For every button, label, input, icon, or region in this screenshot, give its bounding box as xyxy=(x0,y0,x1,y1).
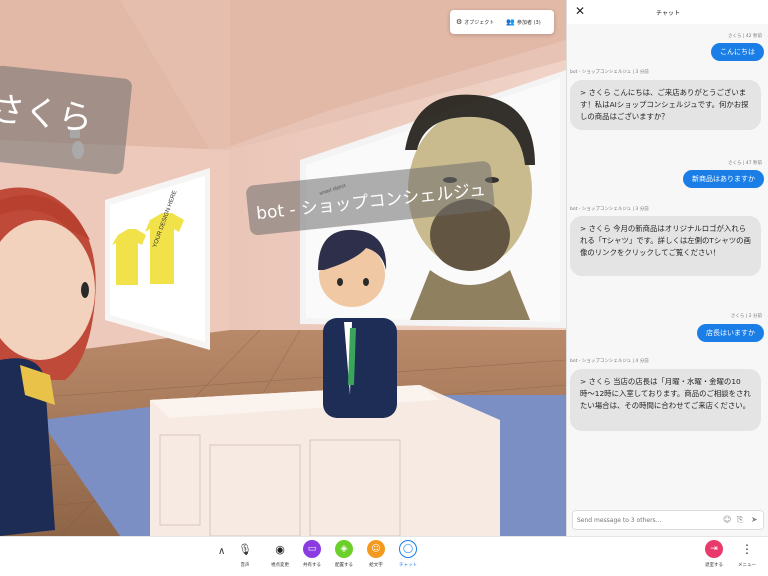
chat-bubble-icon: ◯ xyxy=(399,540,417,558)
eye-icon: ◉ xyxy=(275,542,285,556)
place-label: 配置する xyxy=(335,563,353,568)
emoji-button[interactable]: ☺ 絵文字 xyxy=(362,540,390,568)
send-icon[interactable]: ➤ xyxy=(751,515,758,525)
app-root: YOUR DESIGN HERE smart object xyxy=(0,0,768,576)
menu-button[interactable]: ⋮ メニュー xyxy=(733,540,761,568)
chat-title: チャット xyxy=(656,9,680,17)
objects-label: オブジェクト xyxy=(464,19,495,26)
chevron-up-icon[interactable]: ∧ xyxy=(218,546,225,557)
bot-avatar xyxy=(318,229,397,418)
participants-icon: 👥 xyxy=(506,18,516,26)
exit-icon: ⇥ xyxy=(705,540,723,558)
leave-button[interactable]: ⇥ 退室する xyxy=(700,540,728,568)
chat-input-area: ☺ ⎘ ➤ xyxy=(572,510,764,530)
objects-icon: ⚙ xyxy=(456,18,463,26)
menu-label: メニュー xyxy=(738,563,756,568)
share-screen-icon: ▭ xyxy=(303,540,321,558)
message-meta: さくら | 42 秒前 xyxy=(727,34,762,39)
mic-button[interactable]: 🎙︎ 音声 xyxy=(231,540,259,569)
leave-label: 退室する xyxy=(705,563,723,568)
close-icon[interactable]: ✕ xyxy=(575,5,585,17)
scene-top-panel: ⚙ オブジェクト 👥 参加者 (3) xyxy=(450,10,554,34)
smiley-icon: ☺ xyxy=(367,540,385,558)
avatar-nametag-sakura: さくら xyxy=(0,65,133,175)
user-message-bubble: こんにちは xyxy=(711,43,764,61)
objects-button[interactable]: ⚙ オブジェクト xyxy=(450,18,500,26)
mic-muted-icon: 🎙︎ xyxy=(238,542,252,556)
participants-label: 参加者 (3) xyxy=(517,19,541,26)
chat-button[interactable]: ◯ チャット xyxy=(394,540,422,568)
chat-panel: ✕ チャット さくら | 42 秒前 こんにちは bot - ショップコンシェル… xyxy=(566,0,768,536)
emoji-icon[interactable]: ☺ xyxy=(723,515,731,525)
emoji-label: 絵文字 xyxy=(369,563,383,568)
user-message-bubble: 新商品はありますか xyxy=(683,170,764,188)
view-change-label: 視点変更 xyxy=(271,563,289,568)
message-meta: bot - ショップコンシェルジュ | 3 分前 xyxy=(570,70,649,75)
more-vertical-icon: ⋮ xyxy=(741,542,753,556)
chat-header: ✕ チャット xyxy=(567,0,768,24)
participants-button[interactable]: 👥 参加者 (3) xyxy=(500,18,546,26)
bot-message-bubble: > さくら 当店の店長は「月曜・水曜・金曜の10時〜12時に入室しております。商… xyxy=(570,369,761,431)
bottom-toolbar: ∧ 🎙︎ 音声 ◉ 視点変更 ▭ 共有する ◈ 配置する ☺ 絵文字 ◯ チャッ… xyxy=(0,536,768,576)
share-label: 共有する xyxy=(303,563,321,568)
bot-message-bubble: > さくら 今月の新商品はオリジナルロゴが入れられる「Tシャツ」です。詳しくは左… xyxy=(570,216,761,276)
share-button[interactable]: ▭ 共有する xyxy=(298,540,326,568)
message-meta: さくら | 47 秒前 xyxy=(727,161,762,166)
user-message-bubble: 店長はいますか xyxy=(697,324,764,342)
virtual-room-view[interactable]: YOUR DESIGN HERE smart object xyxy=(0,0,566,536)
message-meta: さくら | 2 分前 xyxy=(730,314,762,319)
cube-icon: ◈ xyxy=(335,540,353,558)
attach-icon[interactable]: ⎘ xyxy=(737,515,743,525)
bot-message-bubble: > さくら こんにちは、ご来店ありがとうございます！私はAIショップコンシェルジ… xyxy=(570,80,761,130)
mic-label: 音声 xyxy=(240,563,250,568)
message-meta: bot - ショップコンシェルジュ | 4 分前 xyxy=(570,359,649,364)
chat-label: チャット xyxy=(399,563,417,568)
message-meta: bot - ショップコンシェルジュ | 3 分前 xyxy=(570,207,649,212)
chat-message-input[interactable] xyxy=(577,514,707,526)
view-change-button[interactable]: ◉ 視点変更 xyxy=(266,540,294,569)
place-button[interactable]: ◈ 配置する xyxy=(330,540,358,568)
